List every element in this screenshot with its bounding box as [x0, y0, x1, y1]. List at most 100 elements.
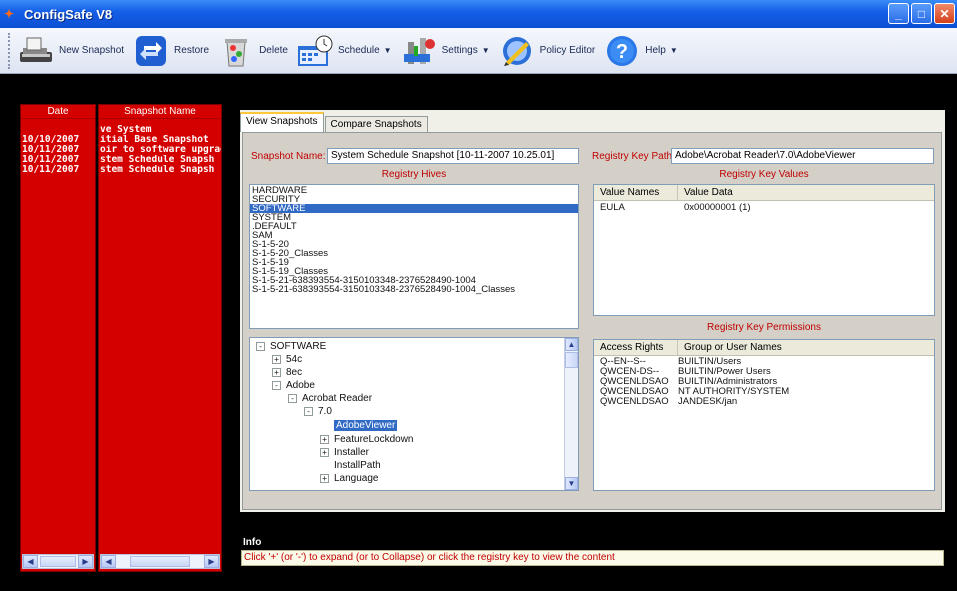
tree-node[interactable]: InstallPath: [334, 459, 381, 471]
help-icon: ?: [603, 34, 641, 68]
collapse-icon[interactable]: -: [272, 380, 281, 390]
snapshot-hscrollbar[interactable]: ◀ ▶: [100, 554, 220, 569]
registry-key-values-title: Registry Key Values: [719, 169, 809, 180]
toolbar-grip[interactable]: [8, 32, 11, 69]
date-row[interactable]: [21, 125, 95, 135]
scroll-right-icon[interactable]: ▶: [204, 555, 219, 568]
maximize-icon[interactable]: □: [911, 3, 932, 24]
tree-node-selected[interactable]: AdobeViewer: [334, 419, 398, 431]
date-row[interactable]: 10/11/2007: [21, 155, 95, 165]
tree-node[interactable]: - SOFTWARE: [256, 340, 326, 352]
table-row[interactable]: EULA 0x00000001 (1): [594, 203, 934, 213]
group-name-cell: BUILTIN/Administrators: [678, 377, 778, 387]
settings-label: Settings: [441, 45, 478, 56]
tree-vscrollbar[interactable]: ▲ ▼: [564, 338, 578, 490]
schedule-button[interactable]: Schedule ▼: [296, 34, 392, 68]
tab-strip: View Snapshots Compare Snapshots: [240, 112, 429, 134]
key-values-header: Value Names Value Data: [594, 185, 934, 201]
registry-key-path-field[interactable]: Adobe\Acrobat Reader\7.0\AdobeViewer: [671, 148, 934, 164]
expand-icon[interactable]: +: [272, 367, 281, 377]
settings-dropdown-icon[interactable]: ▼: [482, 46, 490, 55]
hive-item[interactable]: S-1-5-20_Classes: [250, 249, 578, 259]
group-names-header[interactable]: Group or User Names: [678, 340, 934, 355]
scroll-down-icon[interactable]: ▼: [565, 477, 578, 490]
access-rights-cell: QWCENLDSAO: [600, 387, 669, 397]
snapshot-row[interactable]: itial Base Snapshot: [99, 135, 221, 145]
scroll-thumb[interactable]: [565, 352, 578, 368]
expand-icon[interactable]: +: [272, 354, 281, 364]
recycle-bin-icon: [217, 34, 255, 68]
close-icon[interactable]: ✕: [934, 3, 955, 24]
snapshot-row[interactable]: oir to software upgrad: [99, 145, 221, 155]
tree-node[interactable]: -7.0: [304, 405, 332, 417]
hive-item[interactable]: S-1-5-21-638393554-3150103348-2376528490…: [250, 285, 578, 295]
permissions-header: Access Rights Group or User Names: [594, 340, 934, 356]
expand-icon[interactable]: +: [320, 473, 329, 483]
restore-button[interactable]: Restore: [132, 34, 209, 68]
date-row[interactable]: 10/11/2007: [21, 165, 95, 175]
tree-node[interactable]: - Adobe: [272, 379, 315, 391]
date-list: 10/10/2007 10/11/2007 10/11/2007 10/11/2…: [21, 125, 95, 551]
snapshot-row[interactable]: stem Schedule Snapsh: [99, 165, 221, 175]
hive-item[interactable]: SYSTEM: [250, 213, 578, 223]
minimize-icon[interactable]: _: [888, 3, 909, 24]
policy-editor-button[interactable]: Policy Editor: [498, 34, 595, 68]
registry-key-values-grid[interactable]: Value Names Value Data EULA 0x00000001 (…: [593, 184, 935, 316]
table-row[interactable]: QWCENLDSAO BUILTIN/Administrators: [594, 377, 934, 387]
table-row[interactable]: QWCEN-DS-- BUILTIN/Power Users: [594, 367, 934, 377]
help-button[interactable]: ? Help ▼: [603, 34, 678, 68]
expand-icon[interactable]: +: [320, 447, 329, 457]
scroll-left-icon[interactable]: ◀: [23, 555, 38, 568]
table-row[interactable]: QWCENLDSAO NT AUTHORITY/SYSTEM: [594, 387, 934, 397]
tree-node[interactable]: + Language: [320, 472, 379, 484]
date-row[interactable]: 10/11/2007: [21, 145, 95, 155]
table-row[interactable]: Q--EN--S-- BUILTIN/Users: [594, 357, 934, 367]
access-rights-header[interactable]: Access Rights: [594, 340, 678, 355]
tree-node[interactable]: + Installer: [320, 446, 369, 458]
collapse-icon[interactable]: -: [256, 341, 265, 351]
delete-button[interactable]: Delete: [217, 34, 288, 68]
tree-node[interactable]: +54c: [272, 353, 302, 365]
tree-node[interactable]: - Acrobat Reader: [288, 392, 372, 404]
scroll-right-icon[interactable]: ▶: [78, 555, 93, 568]
snapshot-name-field[interactable]: System Schedule Snapshot [10-11-2007 10.…: [327, 148, 579, 164]
scroll-up-icon[interactable]: ▲: [565, 338, 578, 351]
group-name-cell: BUILTIN/Power Users: [678, 367, 771, 377]
settings-button[interactable]: Settings ▼: [400, 34, 490, 68]
title-bar[interactable]: ✦ ConfigSafe V8 _ □ ✕: [0, 0, 957, 28]
delete-label: Delete: [259, 45, 288, 56]
scroll-thumb[interactable]: [40, 556, 76, 567]
date-row[interactable]: 10/10/2007: [21, 135, 95, 145]
tree-node[interactable]: +8ec: [272, 366, 302, 378]
registry-key-permissions-grid[interactable]: Access Rights Group or User Names Q--EN-…: [593, 339, 935, 491]
registry-tree[interactable]: - SOFTWARE +54c +8ec - Adobe - Acrobat Read…: [249, 337, 579, 491]
snapshot-name-label: Snapshot Name:: [251, 151, 326, 162]
date-hscrollbar[interactable]: ◀ ▶: [22, 554, 94, 569]
schedule-dropdown-icon[interactable]: ▼: [384, 46, 392, 55]
hive-item[interactable]: SAM: [250, 231, 578, 241]
expand-icon[interactable]: +: [320, 434, 329, 444]
tab-view-snapshots[interactable]: View Snapshots: [240, 112, 324, 132]
help-dropdown-icon[interactable]: ▼: [670, 46, 678, 55]
collapse-icon[interactable]: -: [288, 393, 297, 403]
access-rights-cell: QWCEN-DS--: [600, 367, 660, 377]
new-snapshot-button[interactable]: New Snapshot: [17, 34, 124, 68]
snapshot-row[interactable]: stem Schedule Snapsh: [99, 155, 221, 165]
info-message-bar: Click '+' (or '-') to expand (or to Coll…: [241, 550, 944, 566]
table-row[interactable]: QWCENLDSAO JANDESK/jan: [594, 397, 934, 407]
collapse-icon[interactable]: -: [304, 406, 313, 416]
info-label: Info: [243, 537, 262, 548]
value-data-header[interactable]: Value Data: [678, 185, 934, 200]
value-names-header[interactable]: Value Names: [594, 185, 678, 200]
registry-hives-list[interactable]: HARDWARE SECURITY SOFTWARE SYSTEM .DEFAU…: [249, 184, 579, 329]
scroll-left-icon[interactable]: ◀: [101, 555, 116, 568]
hive-item[interactable]: .DEFAULT: [250, 222, 578, 232]
value-name-cell: EULA: [600, 203, 625, 213]
hive-item-selected[interactable]: SOFTWARE: [250, 204, 578, 213]
snapshot-row[interactable]: ve System: [99, 125, 221, 135]
scroll-thumb[interactable]: [130, 556, 190, 567]
snapshot-name-column-header[interactable]: Snapshot Name: [99, 105, 221, 119]
tree-node[interactable]: + FeatureLockdown: [320, 433, 414, 445]
date-column-header[interactable]: Date: [21, 105, 95, 119]
restore-label: Restore: [174, 45, 210, 56]
